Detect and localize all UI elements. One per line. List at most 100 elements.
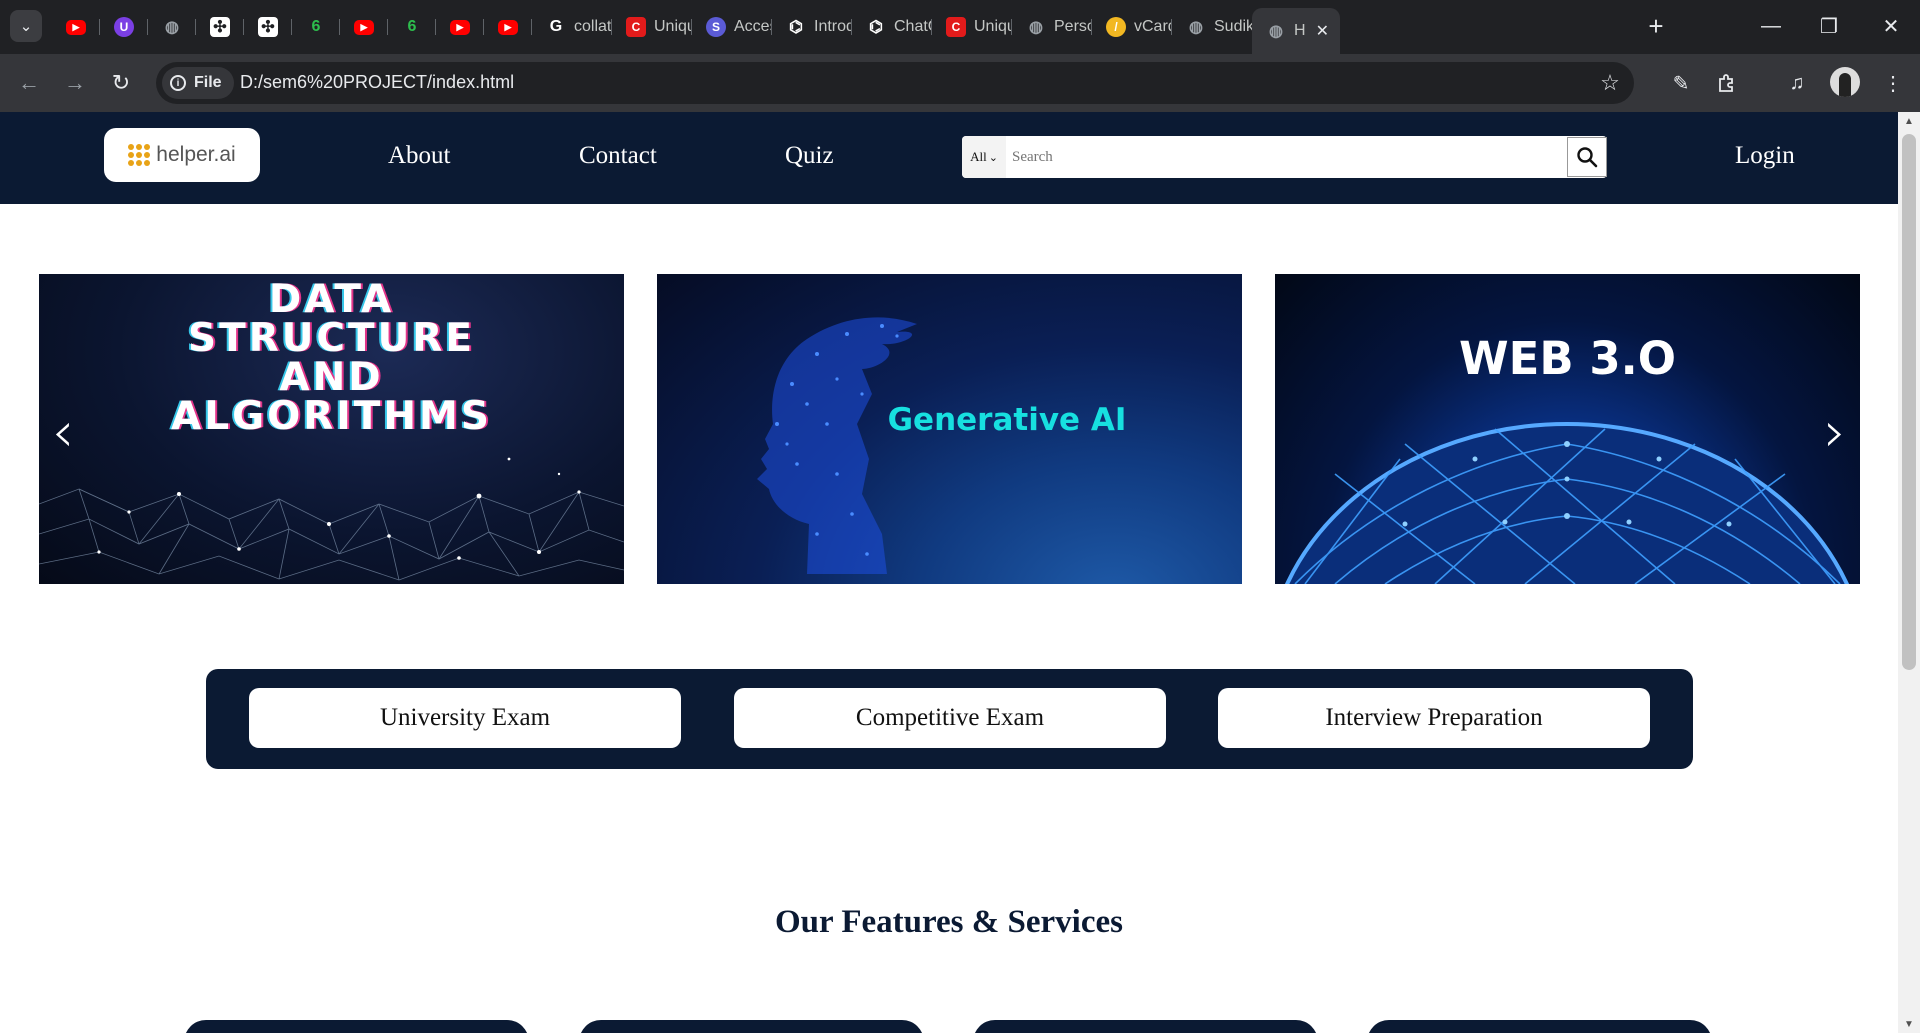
browser-tab[interactable]: ◍ Sudik [1172,8,1252,46]
youtube-icon: ▶ [354,19,374,35]
tab-title: Acces [734,18,772,35]
browser-menu-icon[interactable]: ⋮ [1876,66,1910,100]
tab-title: Perso [1054,18,1092,35]
c-icon: C [626,17,646,37]
restore-button[interactable]: ❐ [1800,0,1858,52]
eyedropper-icon[interactable]: ✎ [1664,66,1698,100]
tab-title: Introd [814,18,852,35]
tab-title: Uniqu [654,18,692,35]
bookmark-star-icon[interactable]: ☆ [1594,67,1626,99]
media-controls-icon[interactable]: ♫ [1780,66,1814,100]
carousel-prev-arrow[interactable]: ‹ [48,400,78,465]
search-bar: All ⌄ [962,136,1607,178]
browser-tab[interactable]: U [100,8,148,46]
reload-button[interactable]: ↻ [104,66,138,100]
slide-dsa-title: DATA STRUCTURE AND ALGORITHMS [39,280,624,436]
green-6-icon: 6 [407,18,417,35]
info-icon: i [170,75,186,91]
scroll-up-arrow-icon[interactable]: ▲ [1898,112,1920,130]
search-input[interactable] [1006,136,1529,178]
youtube-icon: ▶ [66,19,86,35]
youtube-icon: ▶ [498,19,518,35]
features-heading: Our Features & Services [775,904,1123,940]
browser-tab[interactable]: C Uniqu [932,8,1012,46]
competitive-exam-button[interactable]: Competitive Exam [734,688,1166,748]
browser-tab[interactable]: ▶ [52,8,100,46]
interview-preparation-button[interactable]: Interview Preparation [1218,688,1650,748]
page-scrollbar[interactable]: ▲ ▼ [1898,112,1920,1033]
close-tab-icon[interactable]: ✕ [1316,21,1329,41]
browser-tab[interactable]: ▶ [484,8,532,46]
browser-tabstrip: ⌄ ▶ U ◍ ✣ ✣ 6 ▶ 6 ▶ ▶ Gcollat C Uniqu S Acces ⌬ Introd ⌬ C… [0,0,1920,54]
globe-icon: ◍ [1189,19,1203,36]
tab-title: Uniqu [974,18,1012,35]
tab-title: H [1294,22,1306,39]
university-exam-button[interactable]: University Exam [249,688,681,748]
slide-dsa-line: DATA [268,277,395,322]
site-info-chip[interactable]: i File [162,67,234,99]
v-icon: / [1106,17,1126,37]
browser-tab[interactable]: ▶ [436,8,484,46]
globe-icon: ◍ [1269,23,1283,40]
u-icon: U [114,17,134,37]
search-button[interactable] [1567,137,1607,177]
browser-tab[interactable]: ▶ [340,8,388,46]
youtube-icon: ▶ [450,19,470,35]
tab-title: ChatG [894,18,932,35]
carousel-next-arrow[interactable]: › [1820,400,1850,465]
globe-icon: ◍ [165,19,179,36]
extensions-icon[interactable] [1710,66,1744,100]
slide-dsa-line: STRUCTURE [188,316,475,361]
hero-carousel: DATA STRUCTURE AND ALGORITHMS Generative… [0,204,1898,688]
globe-icon: ◍ [1029,19,1043,36]
search-icon [1577,147,1598,168]
browser-tab[interactable]: / vCard [1092,8,1172,46]
scrollbar-thumb[interactable] [1902,134,1916,670]
brand-logo[interactable]: helper.ai [104,128,260,182]
profile-avatar[interactable] [1830,67,1860,97]
slide-generative-ai-title: Generative AI [887,402,1127,438]
forward-button[interactable]: → [58,66,92,100]
address-url[interactable]: D:/sem6%20PROJECT/index.html [240,72,514,93]
browser-tab[interactable]: Gcollat [532,8,612,46]
browser-tab[interactable]: ◍ [148,8,196,46]
browser-tab[interactable]: 6 [388,8,436,46]
carousel-slide-generative-ai[interactable]: Generative AI [657,274,1242,584]
feature-card[interactable] [1367,1020,1712,1033]
search-category-value: All [970,149,987,164]
search-category-select[interactable]: All ⌄ [962,136,1006,178]
address-bar[interactable]: i File D:/sem6%20PROJECT/index.html ☆ [156,62,1634,104]
google-icon: G [549,18,563,35]
nav-quiz-link[interactable]: Quiz [785,142,834,170]
browser-tab[interactable]: S Acces [692,8,772,46]
close-window-button[interactable]: ✕ [1862,0,1920,52]
browser-tab[interactable]: ✣ [244,8,292,46]
s-icon: S [706,17,726,37]
nav-login-link[interactable]: Login [1735,142,1795,170]
feature-card[interactable] [184,1020,529,1033]
carousel-slide-web3[interactable]: WEB 3.O [1275,274,1860,584]
scroll-down-arrow-icon[interactable]: ▼ [1898,1015,1920,1033]
minimize-button[interactable]: — [1742,0,1800,52]
browser-tab[interactable]: 6 [292,8,340,46]
openai-icon: ⌬ [789,19,803,36]
new-tab-button[interactable]: + [1640,10,1672,42]
tab-title: vCard [1134,18,1172,35]
browser-tab[interactable]: ⌬ ChatG [852,8,932,46]
exam-category-bar: University Exam Competitive Exam Intervi… [206,669,1693,769]
carousel-slide-dsa[interactable]: DATA STRUCTURE AND ALGORITHMS [39,274,624,584]
site-header: helper.ai About Contact Quiz All ⌄ Login [0,112,1898,204]
nav-contact-link[interactable]: Contact [579,142,657,170]
logo-icon: ✣ [210,17,230,37]
slide-web3-title: WEB 3.O [1458,332,1676,385]
feature-card[interactable] [579,1020,924,1033]
browser-tab[interactable]: ◍ Perso [1012,8,1092,46]
browser-tab[interactable]: ⌬ Introd [772,8,852,46]
nav-about-link[interactable]: About [388,142,451,170]
browser-tab[interactable]: ✣ [196,8,244,46]
feature-card[interactable] [973,1020,1318,1033]
back-button[interactable]: ← [12,66,46,100]
tab-search-button[interactable]: ⌄ [10,10,42,42]
browser-tab[interactable]: C Uniqu [612,8,692,46]
tab-active[interactable]: ◍ H ✕ [1252,8,1340,54]
